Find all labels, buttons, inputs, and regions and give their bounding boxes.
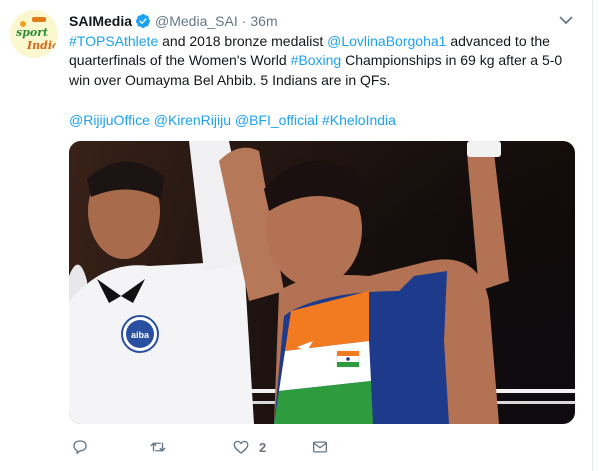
aiba-badge-text: aiba [131,330,150,340]
like-button[interactable]: 2 [232,438,266,456]
like-count: 2 [259,439,267,455]
reply-icon [73,440,87,454]
tweet-photo[interactable]: aiba [69,141,575,424]
envelope-icon [312,441,328,453]
avatar-logo-sport: sport [16,26,49,39]
tweet-header: SAIMedia @Media_SAI · 36m [69,11,278,31]
header-separator: · [241,13,247,29]
chevron-down-icon[interactable] [557,13,575,27]
direct-message-button[interactable] [311,438,329,456]
avatar-logo-india: India [27,39,58,52]
author-handle[interactable]: @Media_SAI [155,13,238,29]
tweet-text-part: and 2018 bronze medalist [158,33,328,49]
timeline-divider [592,0,593,471]
tweet-mentions[interactable]: @RijijuOffice @KirenRijiju @BFI_official… [69,112,396,128]
avatar[interactable]: sport India [10,10,58,58]
heart-icon [233,440,249,454]
hashtag-boxing[interactable]: #Boxing [291,52,342,68]
hashtag-topsathlete[interactable]: #TOPSAthlete [69,33,158,49]
author-name[interactable]: SAIMedia [69,13,132,29]
tweet-timestamp[interactable]: 36m [250,13,277,29]
retweet-icon [150,442,166,452]
boxing-photo-illustration: aiba [69,141,575,424]
logo-hindi-mark [32,17,46,22]
tweet-text: #TOPSAthlete and 2018 bronze medalist @L… [69,32,569,90]
mention-lovlina[interactable]: @LovlinaBorgoha1 [327,33,446,49]
verified-badge-icon [136,14,151,28]
reply-button[interactable] [71,438,89,456]
tweet-card[interactable]: sport India SAIMedia @Media_SAI · 36m #T… [0,0,592,471]
retweet-button[interactable] [149,438,167,456]
